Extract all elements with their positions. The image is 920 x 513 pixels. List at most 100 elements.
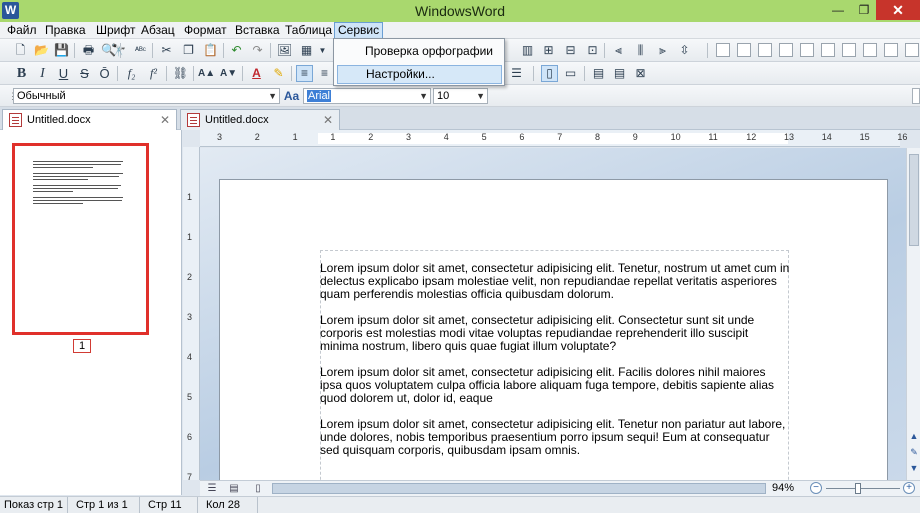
find-icon[interactable]: 🔭 (110, 42, 127, 59)
align-cell-center-icon[interactable]: ⫼ (632, 42, 649, 59)
menu-item-spellcheck[interactable]: Проверка орфографии (337, 42, 502, 61)
footer-icon[interactable]: ▤ (611, 65, 628, 82)
strikethrough-button[interactable]: S (76, 65, 93, 82)
vertical-scrollbar[interactable]: ▲ ✎ ▼ (906, 148, 920, 480)
menu-service[interactable]: Сервис (334, 22, 384, 39)
maximize-button[interactable]: ❐ (853, 0, 875, 20)
copy-icon[interactable]: ❐ (180, 42, 197, 59)
paragraph-style-select[interactable]: Обычный ▼ (13, 88, 280, 104)
page-break-icon[interactable]: ⊠ (632, 65, 649, 82)
subscript-button[interactable]: f₂ (123, 65, 140, 82)
merge-cells-icon[interactable]: ⊡ (584, 42, 601, 59)
page-thumbnail[interactable] (12, 143, 149, 335)
new-document-icon[interactable]: 🗋 (12, 42, 29, 59)
menu-paragraph[interactable]: Абзац (138, 22, 178, 39)
grow-font-button[interactable]: A▲ (198, 65, 215, 82)
header-icon[interactable]: ▤ (590, 65, 607, 82)
zoom-slider[interactable]: − + (810, 481, 920, 496)
align-left-icon[interactable]: ≡ (296, 65, 313, 82)
border-outside-icon[interactable] (758, 43, 772, 57)
overline-button[interactable]: Ō (96, 65, 113, 82)
vertical-align-icon[interactable]: ⇳ (676, 42, 693, 59)
menu-item-settings[interactable]: Настройки... (337, 65, 502, 84)
print-view-icon[interactable]: ▯ (250, 482, 266, 496)
insert-image-icon[interactable]: 🖼 (276, 42, 293, 59)
select-browse-object-icon[interactable]: ✎ (908, 446, 920, 458)
overflow-select[interactable] (912, 88, 920, 104)
vertical-ruler[interactable]: 1 1 2 3 4 5 6 7 (183, 147, 200, 482)
paragraph[interactable]: Lorem ipsum dolor sit amet, consectetur … (320, 262, 790, 301)
paste-icon[interactable]: 📋 (202, 42, 219, 59)
normal-view-icon[interactable]: ☰ (204, 482, 220, 496)
border-bottom-icon[interactable] (821, 43, 835, 57)
cut-icon[interactable]: ✂ (158, 42, 175, 59)
scroll-down-icon[interactable]: ▼ (908, 462, 920, 474)
menu-font[interactable]: Шрифт (93, 22, 138, 39)
border-top-icon[interactable] (800, 43, 814, 57)
bold-button[interactable]: B (13, 65, 30, 82)
align-cell-right-icon[interactable]: ⫸ (654, 42, 671, 59)
insert-table-icon[interactable]: ▦ (298, 42, 315, 59)
link-icon[interactable]: ⛓ (172, 65, 189, 82)
menu-format[interactable]: Формат (181, 22, 230, 39)
document-text[interactable]: Lorem ipsum dolor sit amet, consectetur … (320, 262, 790, 470)
menu-file[interactable]: Файл (4, 22, 40, 39)
tab-document-2[interactable]: Untitled.docx ✕ (180, 109, 340, 130)
document-page[interactable]: Lorem ipsum dolor sit amet, consectetur … (219, 179, 888, 480)
zoom-in-button[interactable]: + (903, 482, 915, 494)
highlight-icon[interactable]: ✎ (270, 65, 287, 82)
border-right-icon[interactable] (863, 43, 877, 57)
zoom-knob[interactable] (855, 483, 861, 494)
font-size-select[interactable]: 10 ▼ (433, 88, 488, 104)
insert-column-icon[interactable]: ⊟ (562, 42, 579, 59)
table-icon[interactable]: ▥ (519, 42, 536, 59)
shrink-font-button[interactable]: A▼ (220, 65, 237, 82)
minimize-button[interactable]: — (827, 0, 849, 20)
align-cell-left-icon[interactable]: ⫷ (610, 42, 627, 59)
print-icon[interactable]: 🖶 (80, 42, 97, 59)
undo-icon[interactable]: ↶ (228, 42, 245, 59)
open-folder-icon[interactable]: 📂 (33, 42, 50, 59)
close-tab-icon[interactable]: ✕ (160, 110, 170, 130)
table-dropdown-chevron-icon[interactable]: ▼ (314, 42, 331, 59)
close-button[interactable]: ✕ (876, 0, 920, 20)
close-tab-icon[interactable]: ✕ (323, 110, 333, 130)
insert-row-icon[interactable]: ⊞ (540, 42, 557, 59)
document-icon (187, 113, 200, 127)
page-layout-icon[interactable]: ▯ (541, 65, 558, 82)
zoom-level[interactable]: 94% (772, 481, 794, 496)
menu-table[interactable]: Таблица (282, 22, 335, 39)
font-color-button[interactable]: A (248, 65, 265, 82)
web-view-icon[interactable]: ▤ (226, 482, 242, 496)
zoom-out-button[interactable]: − (810, 482, 822, 494)
italic-button[interactable]: I (34, 65, 51, 82)
menu-insert[interactable]: Вставка (232, 22, 283, 39)
paragraph[interactable]: Lorem ipsum dolor sit amet, consectetur … (320, 418, 790, 457)
redo-icon[interactable]: ↷ (249, 42, 266, 59)
window-title: WindowsWord (415, 3, 505, 19)
thumbnail-text-line (33, 200, 122, 201)
superscript-button[interactable]: f² (145, 65, 162, 82)
menu-edit[interactable]: Правка (42, 22, 89, 39)
underline-button[interactable]: U (55, 65, 72, 82)
horizontal-scrollbar[interactable] (272, 483, 766, 494)
border-vertical-icon[interactable] (905, 43, 919, 57)
border-inside-icon[interactable] (779, 43, 793, 57)
border-horizontal-icon[interactable] (884, 43, 898, 57)
paragraph[interactable]: Lorem ipsum dolor sit amet, consectetur … (320, 366, 790, 405)
zoom-track[interactable] (826, 488, 900, 489)
scroll-up-icon[interactable]: ▲ (908, 430, 920, 442)
spellcheck-icon[interactable]: ᴬᴮᶜ (132, 42, 149, 59)
paragraph[interactable]: Lorem ipsum dolor sit amet, consectetur … (320, 314, 790, 353)
tab-document-1[interactable]: Untitled.docx ✕ (2, 109, 177, 130)
align-center-icon[interactable]: ≡ (316, 65, 333, 82)
font-family-select[interactable]: Arial ▼ (303, 88, 431, 104)
web-layout-icon[interactable]: ▭ (562, 65, 579, 82)
horizontal-ruler[interactable]: 3211234567891011121314151617 (200, 130, 907, 147)
vertical-scroll-thumb[interactable] (909, 154, 919, 246)
line-spacing-icon[interactable]: ☰ (508, 65, 525, 82)
border-none-icon[interactable] (716, 43, 730, 57)
border-left-icon[interactable] (842, 43, 856, 57)
border-all-icon[interactable] (737, 43, 751, 57)
save-icon[interactable]: 💾 (53, 42, 70, 59)
